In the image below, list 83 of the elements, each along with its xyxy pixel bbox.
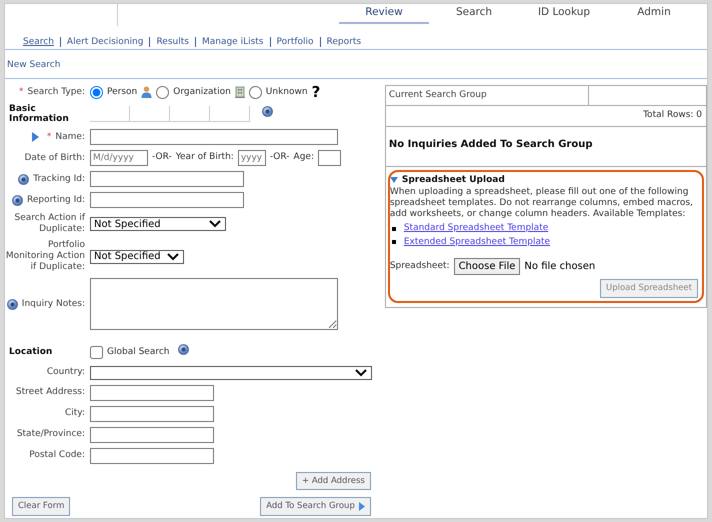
option-label[interactable]: Unknown bbox=[266, 86, 308, 99]
field-label: Country: bbox=[46, 367, 85, 378]
year-field[interactable]: yyyy bbox=[238, 150, 266, 166]
template-link[interactable]: Standard Spreadsheet Template bbox=[404, 222, 548, 236]
field-label: Street Address: bbox=[16, 387, 85, 398]
text-field[interactable] bbox=[90, 171, 244, 187]
bullet-icon bbox=[392, 226, 396, 231]
choose-file-button[interactable]: Choose File bbox=[454, 258, 520, 275]
nav-tab[interactable]: Search bbox=[429, 4, 519, 24]
help-icon[interactable] bbox=[178, 344, 188, 355]
help-icon[interactable] bbox=[18, 174, 30, 184]
nav-link[interactable]: Alert Decisioning bbox=[60, 37, 150, 47]
dropdown[interactable]: Not Specified bbox=[90, 250, 184, 264]
nav-link[interactable]: Manage iLists bbox=[196, 37, 270, 47]
template-link[interactable]: Extended Spreadsheet Template bbox=[404, 236, 550, 249]
section-heading: Basic Information bbox=[9, 104, 70, 124]
description: When uploading a spreadsheet, please fill out one of the following spreadsheet templates. Do not rearrange columns, embed macros, add worksheets, or change column headers. Available Templates: bbox=[390, 187, 694, 220]
field-label: Date of Birth: bbox=[24, 152, 85, 164]
field-label: City: bbox=[64, 408, 85, 419]
section-title: Spreadsheet Upload bbox=[402, 174, 505, 186]
field-label: Name: bbox=[55, 132, 85, 142]
option-label[interactable]: Person bbox=[107, 86, 138, 99]
person-icon bbox=[141, 86, 152, 98]
field-label: Spreadsheet: bbox=[390, 260, 450, 273]
radio-button[interactable] bbox=[90, 86, 103, 99]
date-field[interactable]: M/d/yyyy bbox=[90, 150, 148, 166]
text-field[interactable] bbox=[90, 192, 244, 208]
field-label: Portfolio Monitoring Action if Duplicate: bbox=[5, 240, 85, 273]
field-label: Reporting Id: bbox=[26, 194, 85, 206]
radio-button[interactable] bbox=[248, 86, 262, 99]
help-icon[interactable] bbox=[262, 106, 273, 117]
file-status: No file chosen bbox=[524, 260, 596, 274]
field-label: Tracking Id: bbox=[33, 174, 85, 184]
help-icon[interactable] bbox=[6, 298, 18, 310]
checkbox[interactable] bbox=[90, 346, 103, 359]
or-label: -OR- bbox=[152, 151, 172, 164]
caret-icon[interactable] bbox=[167, 252, 179, 260]
section-heading: Location bbox=[9, 347, 52, 358]
field-label: Age: bbox=[294, 151, 314, 164]
checkbox-label[interactable]: Global Search bbox=[107, 346, 170, 359]
caret-icon[interactable] bbox=[355, 368, 367, 376]
question-mark-icon[interactable]: ? bbox=[312, 86, 320, 98]
dropdown[interactable]: Not Specified bbox=[90, 217, 226, 231]
nav-tab[interactable]: Review bbox=[339, 4, 429, 24]
text-field[interactable] bbox=[90, 384, 214, 400]
nav-tab[interactable]: Admin bbox=[609, 4, 699, 24]
option-label[interactable]: Organization bbox=[173, 86, 231, 99]
nav-link[interactable]: Results bbox=[150, 37, 196, 47]
panel-header: Current Search Group bbox=[386, 86, 589, 105]
add-address-button[interactable]: + Add Address bbox=[296, 472, 371, 490]
text-field[interactable] bbox=[90, 406, 214, 422]
nav-link[interactable]: Portfolio bbox=[270, 37, 321, 47]
required-mark: * bbox=[19, 86, 24, 98]
triangle-icon bbox=[358, 502, 365, 512]
field-label: Search Type: bbox=[28, 86, 85, 98]
collapse-icon[interactable] bbox=[390, 177, 398, 184]
bullet-icon bbox=[392, 240, 396, 244]
caret-icon[interactable] bbox=[209, 220, 221, 228]
or-label: -OR- bbox=[270, 151, 290, 164]
row-count: Total Rows: 0 bbox=[386, 106, 706, 126]
text-field[interactable] bbox=[90, 448, 214, 464]
field-label: Year of Birth: bbox=[176, 151, 234, 164]
nav-tab[interactable]: ID Lookup bbox=[519, 4, 609, 24]
building-icon bbox=[234, 86, 245, 98]
dropdown[interactable] bbox=[90, 366, 372, 380]
add-to-group-button[interactable]: Add To Search Group bbox=[260, 497, 371, 516]
text-field[interactable] bbox=[90, 426, 214, 442]
expand-icon[interactable] bbox=[32, 132, 39, 142]
nav-link[interactable]: Search bbox=[17, 37, 61, 47]
page-title: New Search bbox=[5, 50, 707, 78]
field-label: State/Province: bbox=[16, 429, 85, 440]
field-label: Search Action if Duplicate: bbox=[14, 213, 85, 235]
field-label: Inquiry Notes: bbox=[22, 298, 85, 310]
required-mark: * bbox=[46, 132, 52, 142]
age-field[interactable] bbox=[318, 150, 341, 166]
empty-message: No Inquiries Added To Search Group bbox=[386, 132, 706, 166]
notes-field[interactable] bbox=[90, 278, 338, 330]
text-field[interactable] bbox=[90, 129, 338, 145]
nav-link[interactable]: Reports bbox=[320, 37, 368, 47]
field-label: Postal Code: bbox=[29, 450, 85, 461]
radio-button[interactable] bbox=[156, 86, 170, 99]
help-icon[interactable] bbox=[12, 194, 23, 206]
clear-form-button[interactable]: Clear Form bbox=[12, 497, 70, 516]
